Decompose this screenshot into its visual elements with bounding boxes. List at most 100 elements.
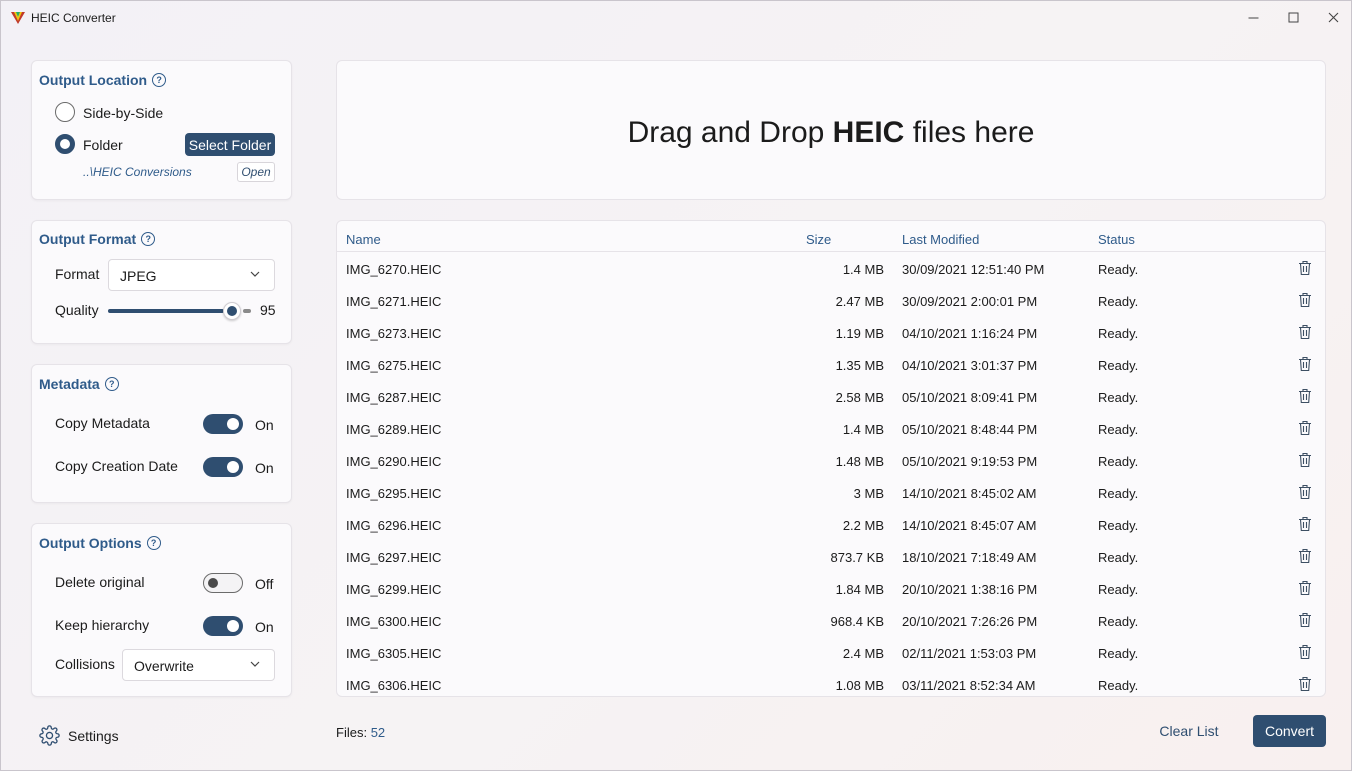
trash-icon[interactable] [1298,324,1312,340]
collisions-select[interactable]: Overwrite [122,649,275,681]
table-row[interactable]: IMG_6296.HEIC 2.2 MB 14/10/2021 8:45:07 AM… [337,509,1325,541]
side-by-side-label[interactable]: Side-by-Side [83,105,163,121]
trash-icon[interactable] [1298,548,1312,564]
cell-status: Ready. [1098,422,1139,437]
copy-metadata-toggle[interactable] [203,414,243,434]
delete-original-state: Off [255,576,274,592]
column-header-name[interactable]: Name [346,232,381,247]
help-circle-icon[interactable]: ? [146,536,161,550]
quality-slider-fill[interactable] [108,309,224,313]
keep-hierarchy-state: On [255,619,274,635]
side-by-side-radio[interactable] [55,102,75,122]
cell-modified: 04/10/2021 3:01:37 PM [902,358,1038,373]
trash-icon[interactable] [1298,452,1312,468]
close-button[interactable] [1313,5,1352,29]
cell-size: 2.58 MB [835,390,884,405]
output-format-title: Output Format ? [39,231,156,247]
table-row[interactable]: IMG_6271.HEIC 2.47 MB 30/09/2021 2:00:01 P… [337,285,1325,317]
metadata-title: Metadata ? [39,376,119,392]
minimize-button[interactable] [1233,5,1273,29]
copy-metadata-label: Copy Metadata [55,415,150,431]
trash-icon[interactable] [1298,612,1312,628]
trash-icon[interactable] [1298,388,1312,404]
cell-name: IMG_6271.HEIC [346,294,442,309]
drop-text-suffix: files here [904,116,1035,149]
metadata-card: Metadata ? Copy Metadata On Copy Creatio… [31,364,292,503]
window-title: HEIC Converter [31,11,116,25]
maximize-button[interactable] [1273,5,1313,29]
cell-status: Ready. [1098,390,1139,405]
folder-radio[interactable] [55,134,75,154]
cell-size: 2.2 MB [842,518,884,533]
output-options-title: Output Options ? [39,535,161,551]
cell-size: 968.4 KB [830,614,885,629]
column-header-status[interactable]: Status [1098,232,1135,247]
trash-icon[interactable] [1298,676,1312,692]
copy-creation-date-toggle[interactable] [203,457,243,477]
table-row[interactable]: IMG_6289.HEIC 1.4 MB 05/10/2021 8:48:44 PM… [337,413,1325,445]
open-folder-button[interactable]: Open [237,162,275,182]
title-bar[interactable]: HEIC Converter [1,1,1351,35]
trash-icon[interactable] [1298,580,1312,596]
column-header-modified[interactable]: Last Modified [902,232,979,247]
cell-name: IMG_6295.HEIC [346,486,442,501]
format-value: JPEG [120,268,157,284]
folder-path: ..\HEIC Conversions [83,165,192,179]
trash-icon[interactable] [1298,356,1312,372]
table-row[interactable]: IMG_6287.HEIC 2.58 MB 05/10/2021 8:09:41 P… [337,381,1325,413]
clear-list-button[interactable]: Clear List [1151,717,1227,745]
quality-slider-rest[interactable] [243,309,251,313]
cell-modified: 14/10/2021 8:45:07 AM [902,518,1037,533]
keep-hierarchy-toggle[interactable] [203,616,243,636]
file-table[interactable]: Name Size Last Modified Status IMG_6270.… [336,220,1326,697]
table-row[interactable]: IMG_6305.HEIC 2.4 MB 02/11/2021 1:53:03 PM… [337,637,1325,669]
table-row[interactable]: IMG_6295.HEIC 3 MB 14/10/2021 8:45:02 AM Re… [337,477,1325,509]
trash-icon[interactable] [1298,292,1312,308]
drop-zone[interactable]: Drag and Drop HEIC files here [336,60,1326,200]
cell-modified: 30/09/2021 12:51:40 PM [902,262,1045,277]
cell-modified: 05/10/2021 8:48:44 PM [902,422,1038,437]
trash-icon[interactable] [1298,260,1312,276]
table-row[interactable]: IMG_6306.HEIC 1.08 MB 03/11/2021 8:52:34 A… [337,669,1325,696]
table-row[interactable]: IMG_6299.HEIC 1.84 MB 20/10/2021 1:38:16 P… [337,573,1325,605]
table-row[interactable]: IMG_6300.HEIC 968.4 KB 20/10/2021 7:26:26 … [337,605,1325,637]
cell-name: IMG_6287.HEIC [346,390,442,405]
help-circle-icon[interactable]: ? [152,73,167,87]
help-circle-icon[interactable]: ? [141,232,156,246]
help-circle-icon[interactable]: ? [104,377,119,391]
table-row[interactable]: IMG_6297.HEIC 873.7 KB 18/10/2021 7:18:49 … [337,541,1325,573]
delete-original-toggle[interactable] [203,573,243,593]
cell-name: IMG_6300.HEIC [346,614,442,629]
cell-size: 1.48 MB [835,454,884,469]
table-row[interactable]: IMG_6270.HEIC 1.4 MB 30/09/2021 12:51:40 P… [337,253,1325,285]
delete-original-label: Delete original [55,574,145,590]
gear-icon [39,725,60,746]
quality-slider-thumb[interactable] [223,302,241,320]
column-header-size[interactable]: Size [806,232,831,247]
trash-icon[interactable] [1298,516,1312,532]
chevron-down-icon [250,661,260,667]
trash-icon[interactable] [1298,420,1312,436]
cell-size: 873.7 KB [830,550,885,565]
trash-icon[interactable] [1298,644,1312,660]
output-options-heading: Output Options [39,535,142,551]
table-row[interactable]: IMG_6275.HEIC 1.35 MB 04/10/2021 3:01:37 P… [337,349,1325,381]
cell-modified: 02/11/2021 1:53:03 PM [902,646,1037,661]
table-row[interactable]: IMG_6290.HEIC 1.48 MB 05/10/2021 9:19:53 P… [337,445,1325,477]
cell-modified: 04/10/2021 1:16:24 PM [902,326,1038,341]
files-label: Files: [336,725,368,740]
cell-size: 1.19 MB [835,326,884,341]
format-select[interactable]: JPEG [108,259,275,291]
collisions-value: Overwrite [134,658,194,674]
trash-icon[interactable] [1298,484,1312,500]
table-row[interactable]: IMG_6273.HEIC 1.19 MB 04/10/2021 1:16:24 P… [337,317,1325,349]
settings-button[interactable]: Settings [39,725,119,746]
convert-button[interactable]: Convert [1253,715,1326,747]
folder-label[interactable]: Folder [83,137,123,153]
cell-size: 1.35 MB [835,358,884,373]
copy-creation-date-state: On [255,460,274,476]
drop-text-prefix: Drag and Drop [627,116,833,149]
select-folder-button[interactable]: Select Folder [185,133,275,156]
cell-name: IMG_6270.HEIC [346,262,442,277]
cell-status: Ready. [1098,646,1139,661]
